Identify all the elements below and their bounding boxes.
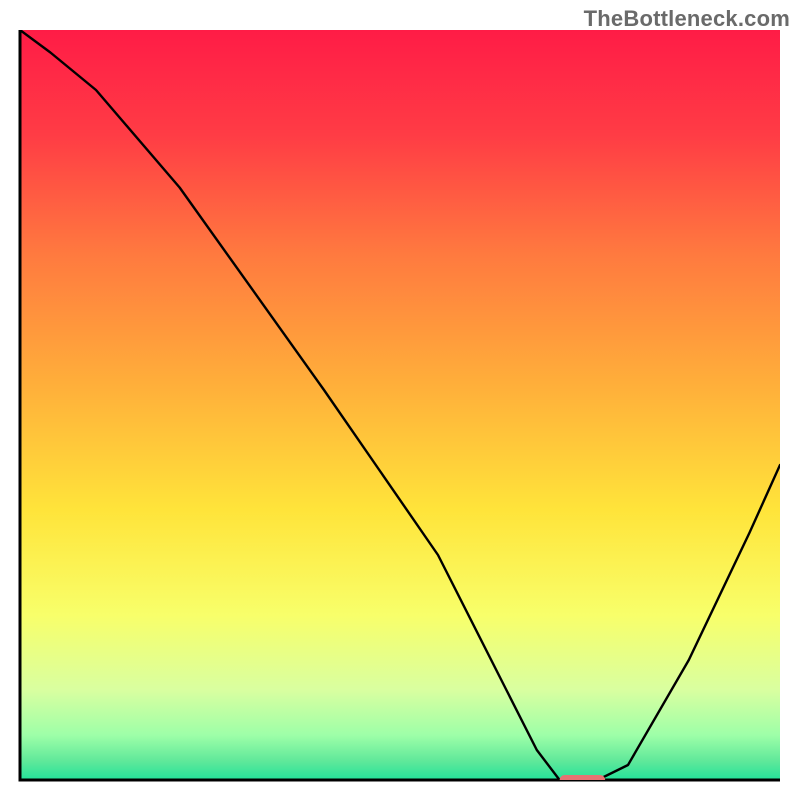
- optimal-range-marker: [560, 775, 606, 785]
- gradient-background: [20, 30, 780, 780]
- chart-stage: TheBottleneck.com: [0, 0, 800, 800]
- bottleneck-plot: [0, 0, 800, 800]
- watermark-text: TheBottleneck.com: [584, 6, 790, 32]
